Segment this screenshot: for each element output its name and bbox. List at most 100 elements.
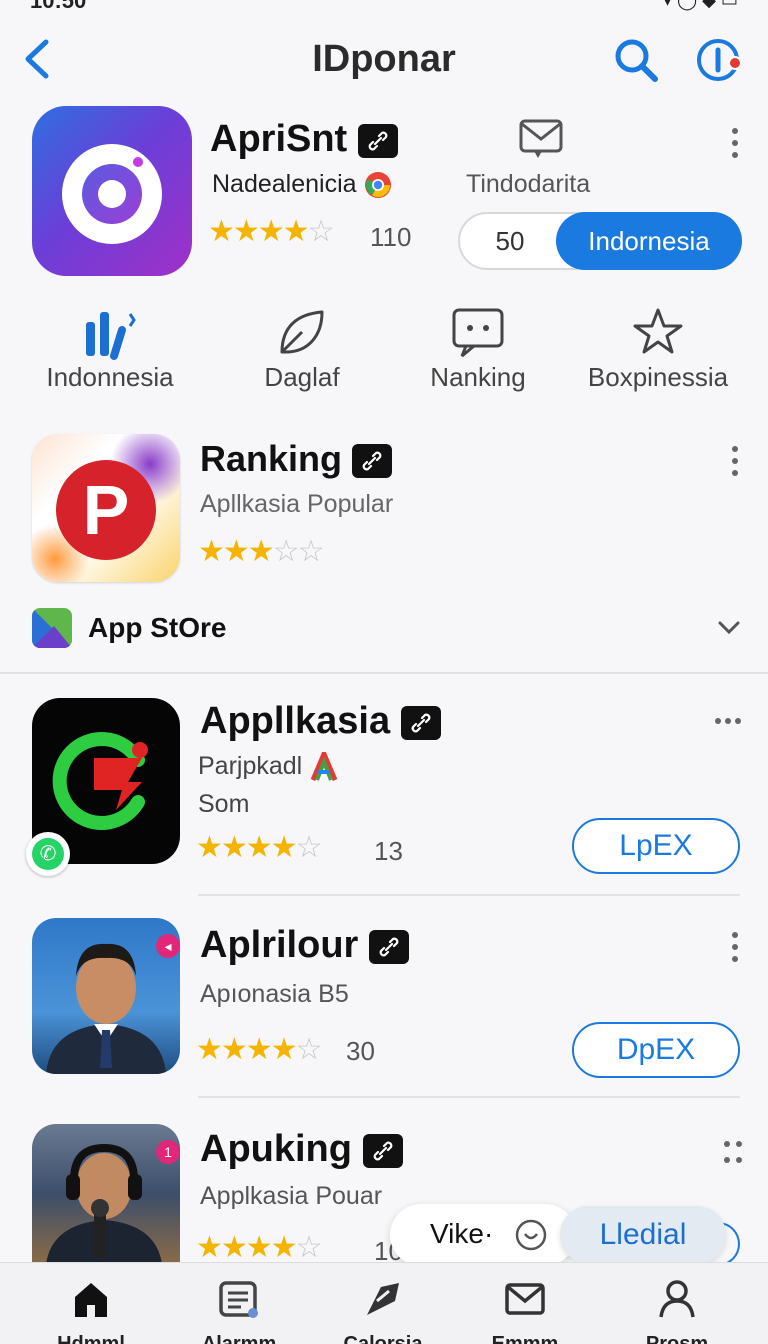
category-label: Daglaf — [264, 362, 340, 392]
search-button[interactable] — [612, 36, 660, 84]
app-title-1[interactable]: Appllkasia — [200, 700, 441, 743]
more-options-button[interactable] — [728, 444, 742, 478]
app-logo-dot — [130, 154, 146, 170]
ranking-name: Ranking — [200, 438, 343, 479]
category-icon-wrap — [212, 300, 392, 362]
expand-button[interactable] — [716, 614, 742, 640]
mail-icon — [505, 1283, 545, 1315]
tab-profile[interactable]: Prosm — [622, 1277, 732, 1344]
tab-emmm[interactable]: Emmm — [470, 1277, 580, 1344]
app-subtitle-2: Som — [198, 790, 250, 818]
verified-badge — [368, 929, 409, 964]
more-options-button[interactable] — [728, 126, 742, 160]
featured-rating-count: 110 — [370, 222, 412, 252]
link-icon — [373, 1141, 392, 1161]
app-rating-count: 13 — [374, 836, 403, 866]
mail-icon — [519, 119, 563, 158]
star-icon — [633, 308, 683, 354]
section-divider — [0, 672, 768, 674]
leaf-icon — [280, 310, 324, 354]
tab-alarm[interactable]: Alarmm — [184, 1277, 294, 1344]
more-options-button[interactable] — [722, 1138, 744, 1168]
tab-label: Calorsia — [343, 1333, 423, 1344]
app-store-row[interactable]: App StOre — [0, 600, 768, 660]
category-item-4[interactable]: Boxpinessia — [568, 300, 748, 393]
whatsapp-badge: ✆ — [26, 832, 70, 876]
category-item-1[interactable]: Indonnesia — [20, 300, 200, 393]
app-subtitle: Parjpkadl — [198, 747, 339, 782]
app-subtitle-text: Parjpkadl — [198, 752, 303, 780]
app-icon-3[interactable]: 1 — [32, 1124, 180, 1264]
category-item-2[interactable]: Daglaf — [212, 300, 392, 393]
search-icon — [615, 39, 658, 82]
app-subtitle: Apıonasia B5 — [200, 980, 349, 1008]
app-store-logo-icon — [32, 608, 72, 648]
status-time: 10:50 — [30, 0, 87, 13]
tab-calorsia[interactable]: Calorsia — [328, 1277, 438, 1344]
badge-tag-icon: 1 — [156, 1140, 180, 1164]
get-button[interactable]: DpEX — [572, 1022, 740, 1078]
verified-badge — [362, 1133, 403, 1168]
link-icon — [362, 452, 382, 471]
more-options-button[interactable] — [714, 714, 742, 728]
app-rating-stars: ★★★★☆ — [196, 1231, 322, 1264]
ranking-title[interactable]: Ranking — [200, 438, 393, 480]
app-name: Apuking — [200, 1128, 352, 1170]
app-rating-stars: ★★★★☆ — [196, 831, 322, 864]
status-icons: ▾ ◯ ◆ ▭ — [662, 0, 738, 10]
link-icon — [379, 937, 399, 957]
chevron-down-icon — [718, 621, 740, 635]
app-title-2[interactable]: Aplrilour — [200, 924, 409, 967]
header: IDponar — [0, 24, 768, 96]
ranking-app-icon[interactable]: P — [32, 434, 180, 582]
more-vertical-icon — [732, 446, 738, 476]
featured-developer-name: Nadealenicia — [212, 170, 357, 198]
app-name: Appllkasia — [200, 700, 391, 742]
status-bar: 10:50 ▾ ◯ ◆ ▭ — [0, 0, 768, 13]
row-divider — [198, 894, 740, 896]
whatsapp-icon: ✆ — [32, 838, 64, 870]
home-icon — [75, 1283, 107, 1317]
chat-bubble-icon — [515, 1219, 547, 1251]
more-horizontal-icon — [715, 718, 741, 724]
app-title-3[interactable]: Apuking — [200, 1128, 403, 1171]
tab-icon-wrap — [184, 1277, 294, 1327]
link-icon — [368, 131, 388, 151]
app-icon-2[interactable]: ◂ — [32, 918, 180, 1074]
ranking-subtitle: Apllkasia Popular — [200, 490, 394, 518]
category-icon-wrap — [568, 300, 748, 362]
send-icon — [367, 1283, 399, 1315]
segmented-control: 50 Indornesia — [458, 212, 742, 270]
floating-chip[interactable]: Vike· — [390, 1204, 576, 1266]
segment-right-selected[interactable]: Indornesia — [556, 212, 742, 270]
tab-home[interactable]: Hdmml — [36, 1277, 146, 1344]
featured-side-label: Tindodarita — [466, 170, 591, 198]
featured-app-name: ApriSnt — [210, 118, 348, 160]
segment-left[interactable]: 50 — [460, 214, 560, 268]
more-vertical-icon — [732, 128, 738, 158]
floating-chip-label: Vike· — [430, 1218, 494, 1249]
category-label: Boxpinessia — [587, 362, 729, 392]
verified-badge — [357, 123, 398, 158]
featured-developer[interactable]: Nadealenicia — [212, 170, 392, 199]
chat-icon — [452, 308, 504, 358]
verified-badge — [400, 705, 441, 740]
featured-app-icon[interactable] — [32, 106, 192, 276]
bottom-tab-bar: Hdmml Alarmm Calorsia Emmm Prosm — [0, 1262, 768, 1344]
category-item-3[interactable]: Nanking — [388, 300, 568, 393]
featured-app-title[interactable]: ApriSnt — [210, 118, 398, 161]
more-vertical-icon — [732, 932, 738, 962]
tab-label: Hdmml — [57, 1333, 125, 1344]
mail-button[interactable] — [466, 118, 616, 165]
category-icon-wrap — [388, 300, 568, 362]
floating-action-chip[interactable]: Lledial — [560, 1206, 726, 1264]
app-rating-count: 30 — [346, 1036, 375, 1066]
app-name: Aplrilour — [200, 924, 359, 966]
get-button[interactable]: LpEX — [572, 818, 740, 874]
more-options-button[interactable] — [728, 930, 742, 964]
badge-tag-icon: ◂ — [156, 934, 180, 958]
more-grid-icon — [724, 1141, 742, 1163]
notification-dot — [728, 56, 742, 70]
category-icon-wrap — [20, 300, 200, 362]
tab-icon-wrap — [470, 1277, 580, 1327]
